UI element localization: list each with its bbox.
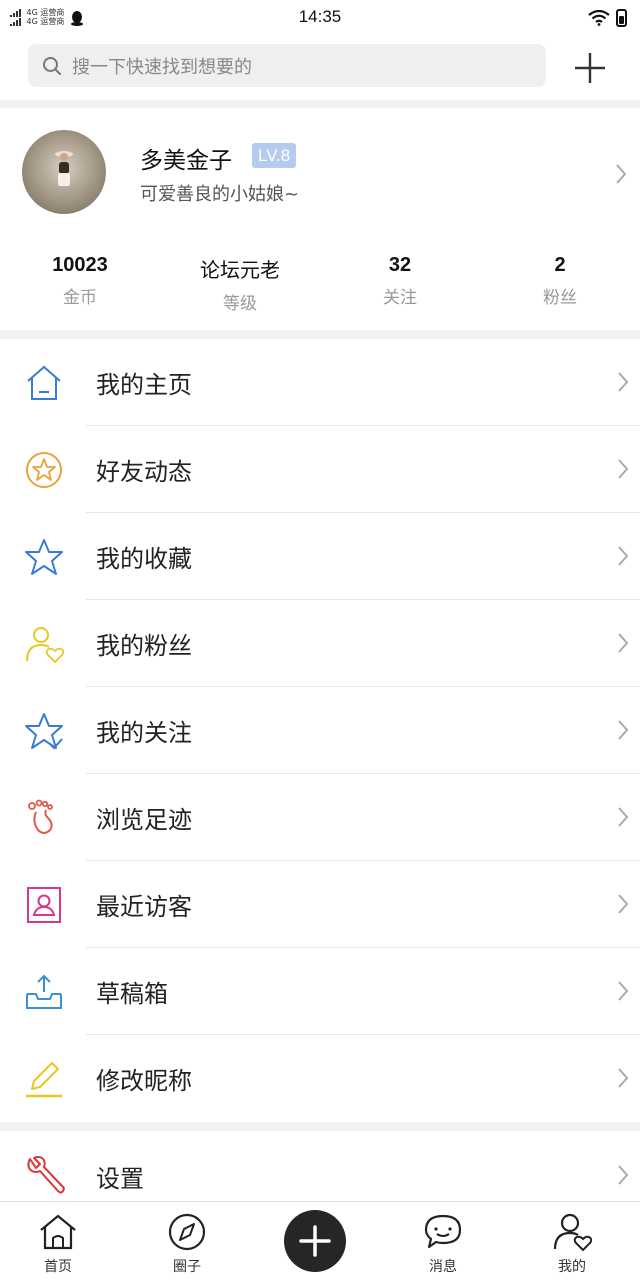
tab-label: 圈子 xyxy=(173,1259,201,1275)
stats-row: 10023 金币 论坛元老 等级 32 关注 2 粉丝 xyxy=(0,254,640,318)
chevron-right-icon xyxy=(618,720,629,740)
search-input[interactable]: 搜一下快速找到想要的 xyxy=(28,44,546,87)
menu-label: 我的收藏 xyxy=(96,545,192,573)
menu-item-homepage[interactable]: 我的主页 xyxy=(0,339,640,426)
star-icon xyxy=(25,539,63,575)
profile-name: 多美金子 xyxy=(140,148,232,174)
plus-icon xyxy=(299,1225,331,1257)
home-tab-icon xyxy=(40,1214,76,1250)
avatar[interactable] xyxy=(22,130,106,214)
menu-item-history[interactable]: 浏览足迹 xyxy=(0,774,640,861)
stat-level[interactable]: 论坛元老 等级 xyxy=(160,254,320,314)
chevron-right-icon xyxy=(618,981,629,1001)
stat-label: 金币 xyxy=(63,288,97,308)
chevron-right-icon xyxy=(618,1165,629,1185)
menu-label: 最近访客 xyxy=(96,893,192,921)
wifi-icon xyxy=(588,10,610,26)
chevron-right-icon xyxy=(618,1068,629,1088)
publish-button[interactable] xyxy=(284,1210,346,1272)
avatar-figure xyxy=(55,151,73,186)
menu-item-settings[interactable]: 设置 xyxy=(0,1131,640,1203)
chevron-right-icon xyxy=(616,164,627,184)
chevron-right-icon xyxy=(618,807,629,827)
bottom-tab-bar: 首页 圈子 消息 我的 xyxy=(0,1201,640,1280)
menu-label: 设置 xyxy=(96,1165,144,1193)
menu-label: 浏览足迹 xyxy=(96,806,192,834)
wrench-icon xyxy=(27,1156,65,1194)
search-placeholder: 搜一下快速找到想要的 xyxy=(72,57,252,78)
menu-item-friend-feed[interactable]: 好友动态 xyxy=(0,426,640,513)
star-check-icon xyxy=(25,713,63,750)
chevron-right-icon xyxy=(618,372,629,392)
stat-value: 论坛元老 xyxy=(200,258,280,282)
menu-item-drafts[interactable]: 草稿箱 xyxy=(0,948,640,1035)
stat-label: 粉丝 xyxy=(543,288,577,308)
home-icon xyxy=(27,365,61,400)
tab-label: 我的 xyxy=(558,1259,586,1275)
menu-item-favorites[interactable]: 我的收藏 xyxy=(0,513,640,600)
menu-list: 我的主页 好友动态 我的收藏 我的粉丝 我的关注 浏览足迹 最近访客 草稿箱 修… xyxy=(0,339,640,1122)
profile-bio: 可爱善良的小姑娘~ xyxy=(140,184,300,205)
menu-item-following[interactable]: 我的关注 xyxy=(0,687,640,774)
stat-label: 关注 xyxy=(383,288,417,308)
menu-label: 修改昵称 xyxy=(96,1067,192,1095)
chevron-right-icon xyxy=(618,546,629,566)
chevron-right-icon xyxy=(618,459,629,479)
chevron-right-icon xyxy=(618,633,629,653)
visitor-card-icon xyxy=(27,887,61,923)
stat-following[interactable]: 32 关注 xyxy=(320,254,480,308)
menu-label: 草稿箱 xyxy=(96,980,168,1008)
inbox-upload-icon xyxy=(26,974,62,1009)
menu-item-visitors[interactable]: 最近访客 xyxy=(0,861,640,948)
level-badge: LV.8 xyxy=(252,143,297,168)
user-heart-icon xyxy=(26,627,64,664)
star-circle-icon xyxy=(26,452,62,488)
search-header: 搜一下快速找到想要的 xyxy=(0,36,640,100)
tab-mine[interactable]: 我的 xyxy=(532,1212,612,1276)
tab-label: 首页 xyxy=(44,1259,72,1275)
status-bar: 4G 运营商 4G 运营商 14:35 xyxy=(0,0,640,36)
tab-circle[interactable]: 圈子 xyxy=(147,1212,227,1276)
tab-messages[interactable]: 消息 xyxy=(403,1212,483,1276)
battery-icon xyxy=(616,9,627,27)
stat-value: 10023 xyxy=(52,254,108,276)
profile-card[interactable]: 多美金子 LV.8 可爱善良的小姑娘~ 10023 金币 论坛元老 等级 32 … xyxy=(0,108,640,330)
stat-label: 等级 xyxy=(223,294,257,314)
search-icon xyxy=(43,57,61,75)
add-button[interactable] xyxy=(572,50,608,86)
menu-label: 我的粉丝 xyxy=(96,632,192,660)
chevron-right-icon xyxy=(618,894,629,914)
stat-fans[interactable]: 2 粉丝 xyxy=(480,254,640,308)
footprint-icon xyxy=(28,799,53,834)
menu-label: 我的主页 xyxy=(96,371,192,399)
compass-icon xyxy=(168,1213,206,1251)
chat-icon xyxy=(424,1214,462,1249)
menu-label: 好友动态 xyxy=(96,458,192,486)
tab-label: 消息 xyxy=(429,1259,457,1275)
stat-value: 2 xyxy=(554,254,566,276)
tab-home[interactable]: 首页 xyxy=(18,1212,98,1276)
menu-item-edit-nickname[interactable]: 修改昵称 xyxy=(0,1035,640,1122)
stat-coins[interactable]: 10023 金币 xyxy=(0,254,160,308)
stat-value: 32 xyxy=(388,254,412,276)
menu-label: 我的关注 xyxy=(96,719,192,747)
menu-item-fans[interactable]: 我的粉丝 xyxy=(0,600,640,687)
pencil-icon xyxy=(26,1062,62,1098)
profile-tab-icon xyxy=(553,1213,593,1252)
status-time: 14:35 xyxy=(298,7,342,26)
